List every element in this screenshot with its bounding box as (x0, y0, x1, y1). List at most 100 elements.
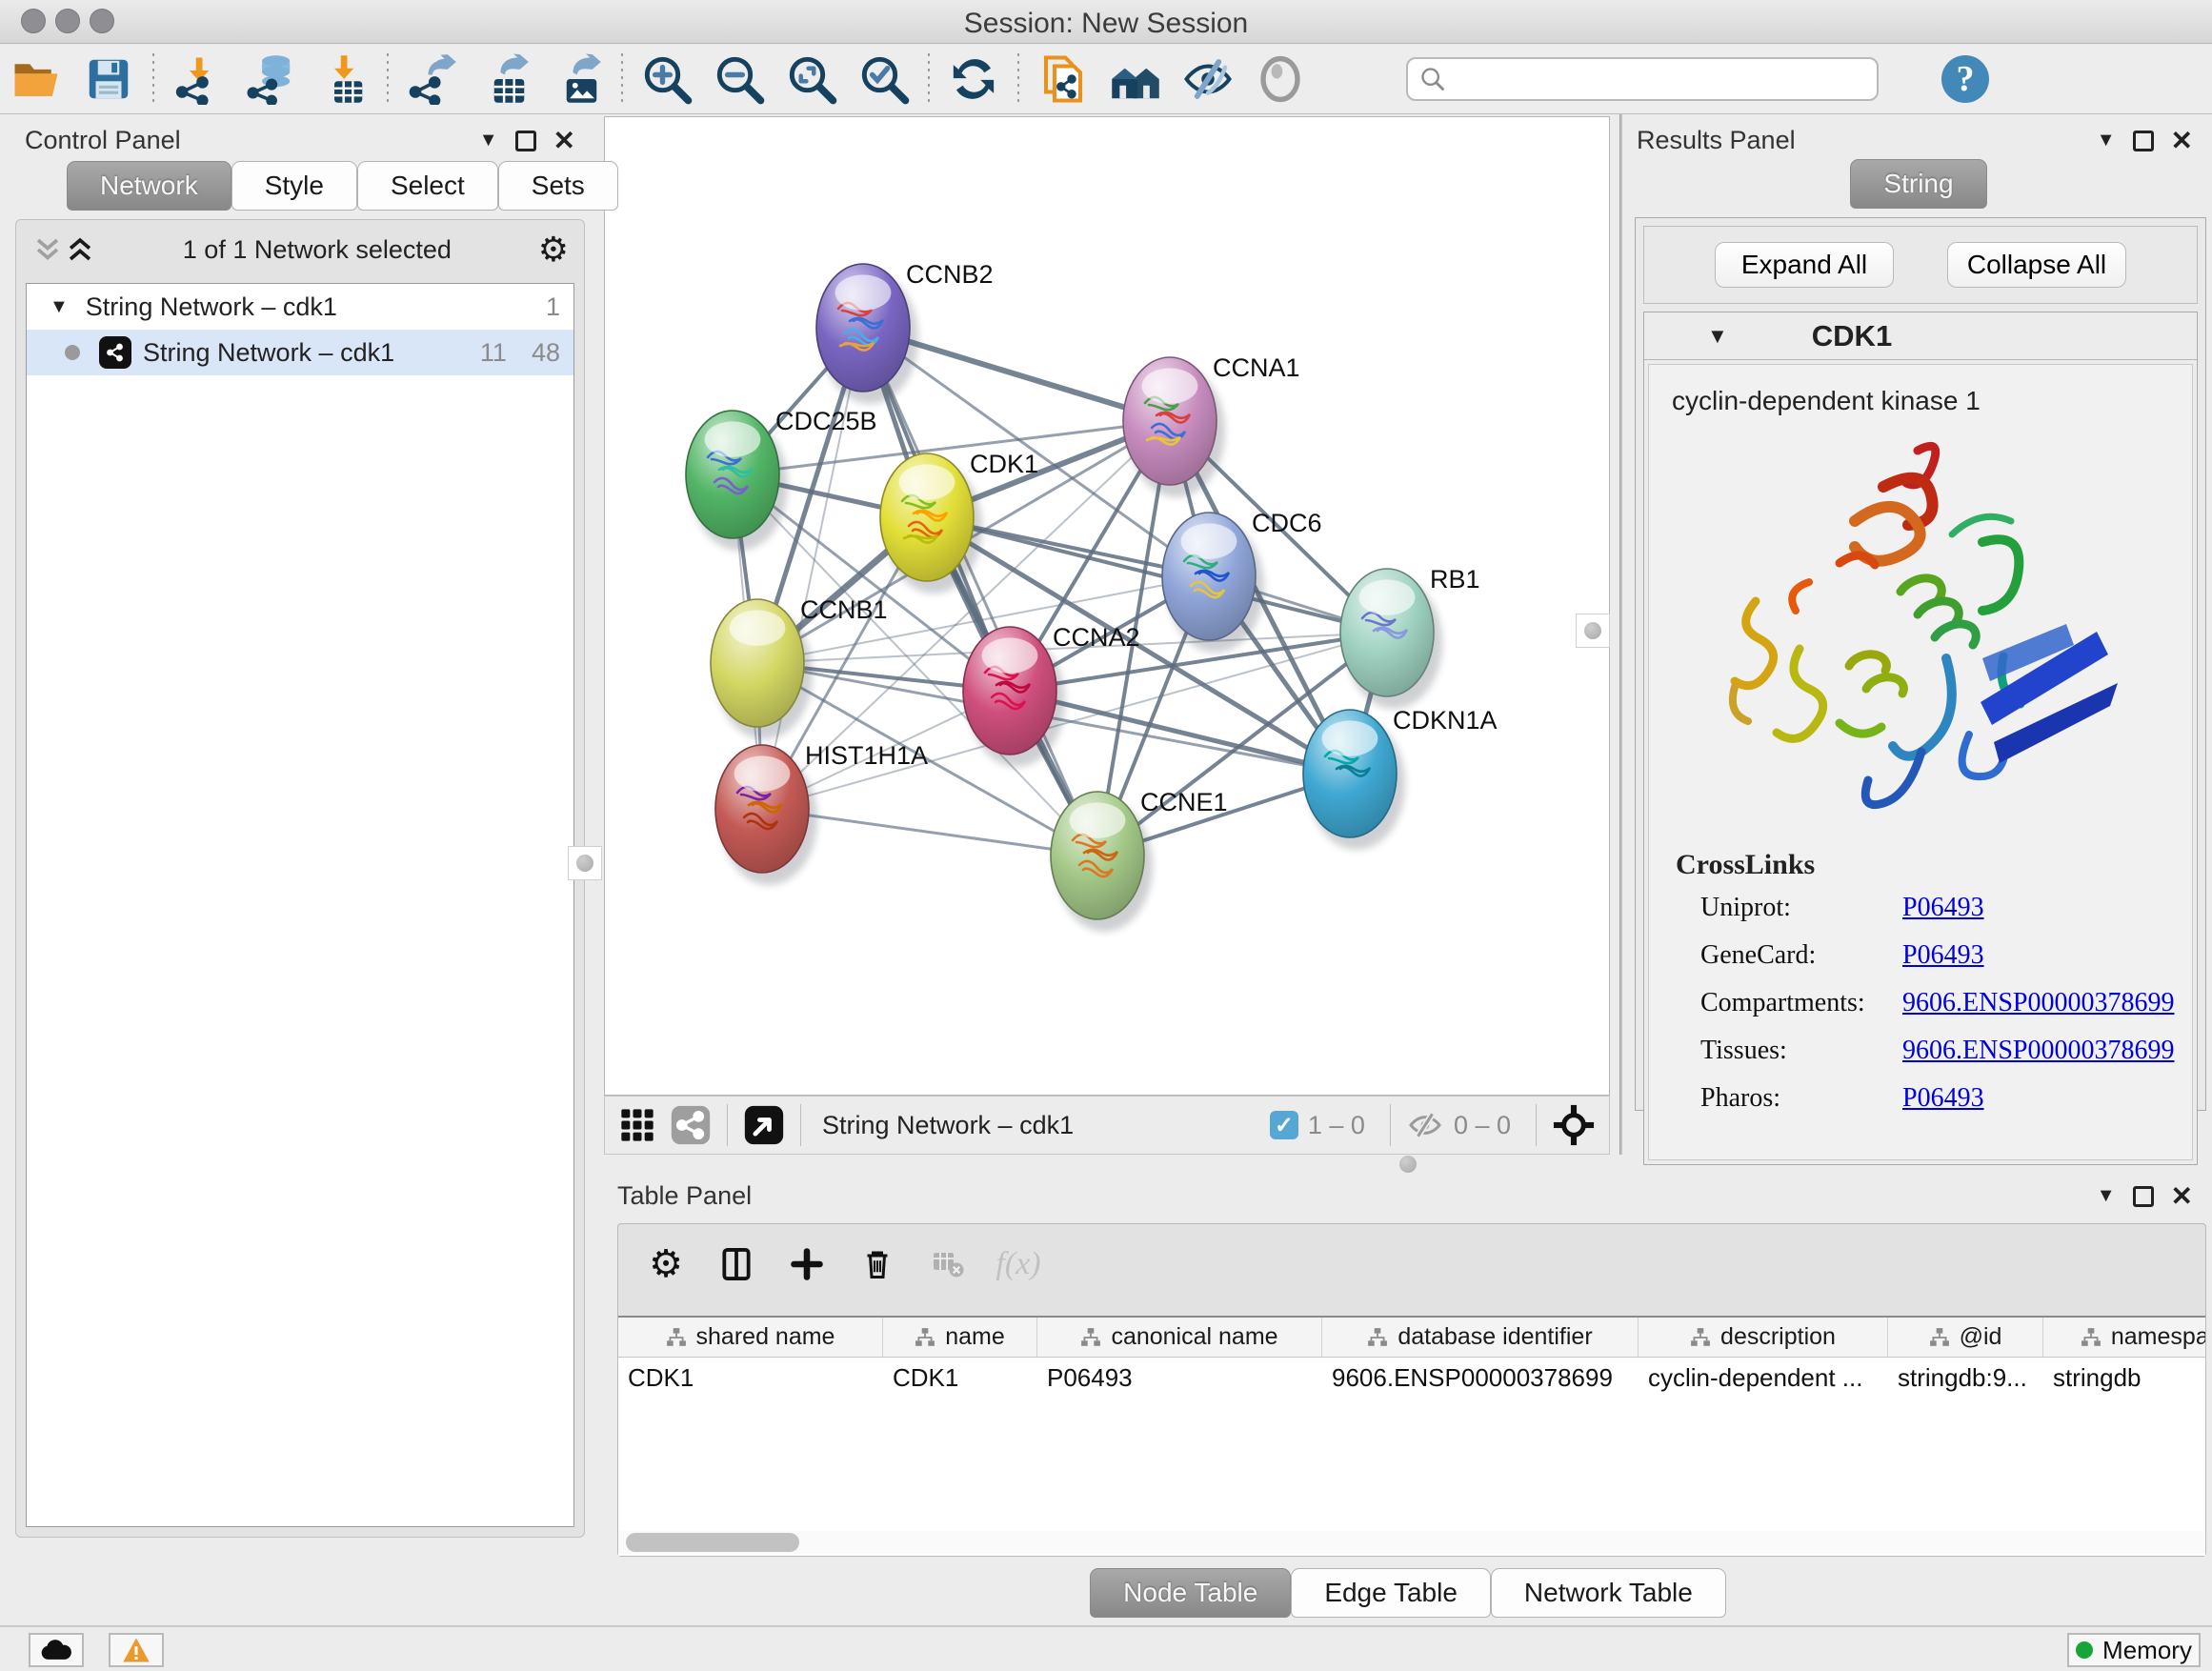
network-node-cdkn1a[interactable]: CDKN1A (1303, 706, 1498, 850)
apply-preferred-layout-button[interactable] (937, 49, 1010, 110)
tab-select[interactable]: Select (357, 161, 498, 211)
network-canvas[interactable]: CCNB2CCNA1CDC25BCDK1CDC6RB1CCNB1CCNA2CDK… (604, 116, 1610, 1096)
network-share-view-icon[interactable] (670, 1104, 712, 1146)
delete-column-trash-icon[interactable] (856, 1243, 898, 1285)
tab-string[interactable]: String (1850, 159, 1986, 209)
expand-all-button[interactable]: Expand All (1715, 242, 1894, 288)
expand-all-icon[interactable] (64, 235, 96, 264)
network-node-cdc25b[interactable]: CDC25B (686, 407, 877, 551)
table-cell[interactable]: CDK1 (618, 1358, 883, 1399)
left-splitter-handle[interactable] (568, 846, 602, 880)
network-node-ccna2[interactable]: CCNA2 (963, 623, 1140, 767)
network-node-ccna1[interactable]: CCNA1 (1123, 353, 1300, 497)
network-node-ccnb1[interactable]: CCNB1 (711, 595, 888, 739)
table-row[interactable]: CDK1CDK1P064939606.ENSP00000378699cyclin… (618, 1358, 2205, 1399)
column-header-canonical-name[interactable]: canonical name (1037, 1318, 1322, 1357)
network-node-ccne1[interactable]: CCNE1 (1051, 788, 1228, 932)
import-network-from-database-button[interactable] (234, 49, 307, 110)
add-column-icon[interactable] (786, 1243, 828, 1285)
table-horizontal-scrollbar[interactable] (618, 1531, 2205, 1554)
panel-float-icon[interactable] (2133, 1186, 2154, 1207)
column-header-namespace[interactable]: namespace (2043, 1318, 2205, 1357)
panel-menu-icon[interactable]: ▼ (2097, 130, 2116, 151)
tab-style[interactable]: Style (231, 161, 357, 211)
crosslink-value-link[interactable]: P06493 (1902, 940, 1984, 971)
search-input[interactable] (1406, 57, 1879, 101)
network-edge[interactable] (863, 328, 1097, 856)
column-header-shared-name[interactable]: shared name (618, 1318, 883, 1357)
network-node-ccnb2[interactable]: CCNB2 (816, 260, 994, 404)
column-header-name[interactable]: name (883, 1318, 1037, 1357)
panel-float-icon[interactable] (2133, 131, 2154, 151)
help-button[interactable]: ? (1941, 55, 1989, 103)
zoom-in-button[interactable] (631, 49, 703, 110)
warnings-button[interactable] (109, 1633, 164, 1667)
scrollbar-thumb[interactable] (626, 1533, 799, 1552)
table-settings-gear-icon[interactable]: ⚙ (645, 1243, 687, 1285)
open-session-button[interactable] (0, 49, 72, 110)
table-cell[interactable]: cyclin-dependent ... (1639, 1358, 1888, 1399)
network-row[interactable]: String Network – cdk1 11 48 (27, 330, 573, 375)
pan-crosshair-icon[interactable] (1552, 1103, 1596, 1147)
zoom-selected-button[interactable] (848, 49, 920, 110)
panel-menu-icon[interactable]: ▼ (2097, 1185, 2116, 1207)
column-header-description[interactable]: description (1639, 1318, 1888, 1357)
crosslink-value-link[interactable]: 9606.ENSP00000378699 (1902, 988, 2174, 1018)
crosslink-value-link[interactable]: P06493 (1902, 1083, 1984, 1114)
export-table-button[interactable] (469, 49, 541, 110)
tab-node-table[interactable]: Node Table (1090, 1568, 1291, 1618)
export-table-icon (479, 53, 531, 105)
toolbar-separator (387, 53, 389, 105)
export-network-button[interactable] (396, 49, 469, 110)
panel-close-icon[interactable]: ✕ (2171, 128, 2193, 154)
string-home-button[interactable] (1099, 49, 1172, 110)
table-cell[interactable]: P06493 (1037, 1358, 1322, 1399)
zoom-fit-button[interactable] (775, 49, 848, 110)
horizontal-splitter-handle[interactable] (1391, 1157, 1425, 1172)
import-table-from-file-button[interactable] (307, 49, 379, 110)
collapse-all-icon[interactable] (31, 235, 64, 264)
crosslink-value-link[interactable]: P06493 (1902, 893, 1984, 923)
table-cell[interactable]: stringdb:9... (1888, 1358, 2043, 1399)
table-cell[interactable]: stringdb (2043, 1358, 2205, 1399)
tab-edge-table[interactable]: Edge Table (1291, 1568, 1491, 1618)
gene-expander-icon[interactable]: ▼ (1707, 324, 1728, 349)
right-splitter-handle[interactable] (1576, 614, 1610, 648)
zoom-selected-icon (858, 53, 910, 105)
import-string-network-button[interactable] (1027, 49, 1099, 110)
crosslinks-list: Uniprot:P06493GeneCard:P06493Compartment… (1676, 893, 2192, 1114)
tab-network-table[interactable]: Network Table (1491, 1568, 1726, 1618)
tab-network[interactable]: Network (67, 161, 231, 211)
zoom-out-button[interactable] (703, 49, 775, 110)
network-options-gear-icon[interactable]: ⚙ (538, 232, 569, 267)
network-node-cdc6[interactable]: CDC6 (1162, 509, 1322, 653)
hidden-eye-icon (1406, 1106, 1444, 1144)
save-session-button[interactable] (72, 49, 145, 110)
inspector-lens-button[interactable] (1244, 49, 1317, 110)
selected-nodes-checkbox[interactable]: ✓ (1270, 1111, 1298, 1139)
export-image-button[interactable] (541, 49, 613, 110)
grid-view-icon[interactable] (618, 1106, 656, 1144)
import-network-from-file-button[interactable] (162, 49, 234, 110)
network-node-rb1[interactable]: RB1 (1340, 565, 1480, 709)
table-panel-tabs: Node TableEdge TableNetwork Table (604, 1568, 2212, 1618)
network-collection-row[interactable]: ▼ String Network – cdk1 1 (27, 284, 573, 330)
table-cell[interactable]: CDK1 (883, 1358, 1037, 1399)
column-header-database-identifier[interactable]: database identifier (1322, 1318, 1639, 1357)
show-columns-icon[interactable] (715, 1243, 757, 1285)
crosslink-value-link[interactable]: 9606.ENSP00000378699 (1902, 1036, 2174, 1066)
birdseye-view-icon[interactable] (743, 1104, 785, 1146)
collapse-all-button[interactable]: Collapse All (1947, 242, 2126, 288)
panel-close-icon[interactable]: ✕ (2171, 1183, 2193, 1210)
cloud-button[interactable] (29, 1633, 84, 1667)
column-header--id[interactable]: @id (1888, 1318, 2043, 1357)
panel-close-icon[interactable]: ✕ (553, 128, 575, 154)
network-node-hist1h1a[interactable]: HIST1H1A (715, 741, 928, 885)
memory-button[interactable]: Memory (2067, 1633, 2201, 1667)
collection-expander-icon[interactable]: ▼ (50, 296, 69, 318)
panel-float-icon[interactable] (515, 131, 536, 151)
show-hide-results-button[interactable] (1172, 49, 1244, 110)
table-cell[interactable]: 9606.ENSP00000378699 (1322, 1358, 1639, 1399)
panel-menu-icon[interactable]: ▼ (479, 130, 498, 151)
tab-sets[interactable]: Sets (498, 161, 618, 211)
